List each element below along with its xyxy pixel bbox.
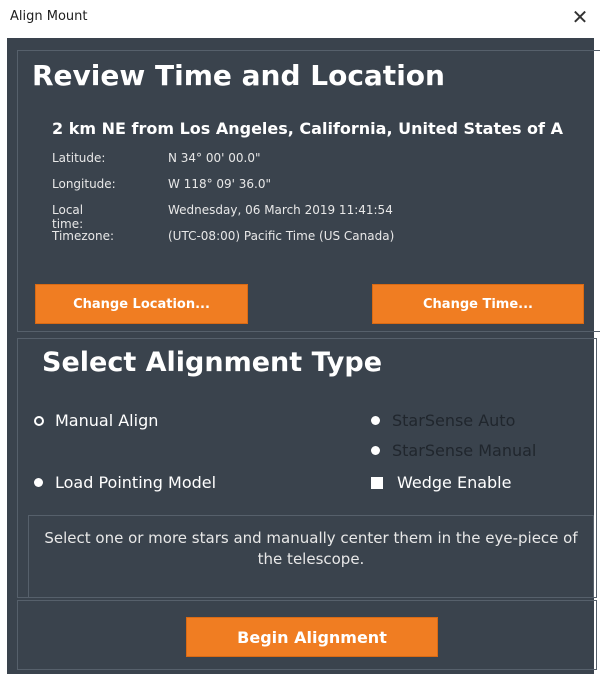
- wedge-enable-option[interactable]: Wedge Enable: [371, 473, 511, 492]
- location-heading: 2 km NE from Los Angeles, California, Un…: [52, 119, 563, 138]
- load-pointing-model-label: Load Pointing Model: [55, 473, 217, 492]
- load-pointing-model-radio-icon[interactable]: [34, 478, 43, 487]
- change-location-button[interactable]: Change Location...: [35, 284, 248, 324]
- starsense-manual-label: StarSense Manual: [392, 441, 537, 460]
- local-time-value: Wednesday, 06 March 2019 11:41:54: [168, 203, 393, 217]
- alignment-hint: Select one or more stars and manually ce…: [28, 515, 594, 598]
- change-time-button[interactable]: Change Time...: [372, 284, 584, 324]
- longitude-label: Longitude:: [52, 177, 116, 191]
- longitude-value: W 118° 09' 36.0": [168, 177, 272, 191]
- window-title: Align Mount: [10, 9, 88, 24]
- latitude-value: N 34° 00' 00.0": [168, 151, 261, 165]
- alignment-panel: Select Alignment Type Manual Align StarS…: [17, 338, 597, 598]
- load-pointing-model-option[interactable]: Load Pointing Model: [34, 473, 216, 492]
- manual-align-option[interactable]: Manual Align: [34, 411, 158, 430]
- wedge-enable-checkbox[interactable]: [371, 476, 383, 489]
- starsense-auto-label: StarSense Auto: [392, 411, 516, 430]
- wedge-enable-label: Wedge Enable: [397, 473, 512, 492]
- begin-alignment-button[interactable]: Begin Alignment: [186, 617, 438, 657]
- title-bar: Align Mount ✕: [0, 0, 600, 36]
- review-heading: Review Time and Location: [32, 59, 445, 92]
- timezone-value: (UTC-08:00) Pacific Time (US Canada): [168, 229, 395, 243]
- manual-align-radio-icon[interactable]: [34, 415, 44, 426]
- local-time-label: Local time:: [52, 203, 84, 231]
- manual-align-label: Manual Align: [55, 411, 159, 430]
- starsense-manual-radio-icon[interactable]: [371, 446, 380, 455]
- review-panel: Review Time and Location 2 km NE from Lo…: [17, 50, 600, 332]
- dialog-body: Review Time and Location 2 km NE from Lo…: [7, 38, 600, 674]
- close-icon[interactable]: ✕: [568, 4, 592, 30]
- timezone-label: Timezone:: [52, 229, 115, 243]
- starsense-auto-radio-icon[interactable]: [371, 416, 380, 425]
- starsense-auto-option[interactable]: StarSense Auto: [371, 411, 515, 430]
- action-bar: Begin Alignment: [17, 600, 597, 670]
- starsense-manual-option[interactable]: StarSense Manual: [371, 441, 536, 460]
- latitude-label: Latitude:: [52, 151, 106, 165]
- alignment-heading: Select Alignment Type: [42, 347, 383, 378]
